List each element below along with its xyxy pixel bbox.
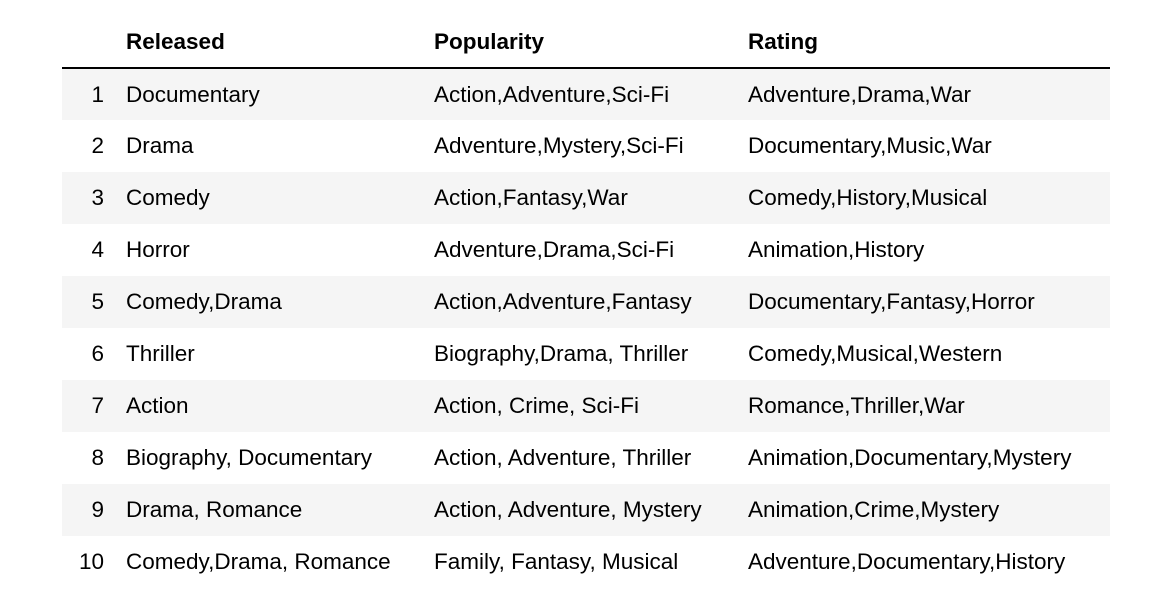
released-cell: Documentary bbox=[126, 81, 260, 107]
rating-cell: Adventure,Documentary,History bbox=[748, 549, 1066, 574]
popularity-cell: Adventure,Drama,Sci-Fi bbox=[434, 237, 675, 262]
index-column-header bbox=[62, 17, 126, 69]
table-header: Released Popularity Rating bbox=[62, 17, 1110, 69]
rating-cell: Animation,Documentary,Mystery bbox=[748, 445, 1072, 470]
row-index: 3 bbox=[91, 185, 104, 210]
released-cell: Comedy,Drama, Romance bbox=[126, 549, 391, 574]
table-row: 7 Action Action, Crime, Sci-Fi Romance,T… bbox=[62, 380, 1110, 432]
table-row: 1 Documentary Action,Adventure,Sci-Fi Ad… bbox=[62, 68, 1110, 120]
table-row: 5 Comedy,Drama Action,Adventure,Fantasy … bbox=[62, 276, 1110, 328]
popularity-cell: Action, Adventure, Thriller bbox=[434, 445, 692, 470]
popularity-cell: Action,Fantasy,War bbox=[434, 185, 628, 210]
row-index: 8 bbox=[91, 445, 104, 470]
data-table: Released Popularity Rating 1 Documentary… bbox=[62, 17, 1110, 588]
rating-cell: Adventure,Drama,War bbox=[748, 81, 971, 107]
row-index: 4 bbox=[91, 237, 104, 262]
row-index: 5 bbox=[91, 289, 104, 314]
rating-cell: Romance,Thriller,War bbox=[748, 393, 965, 418]
table-row: 10 Comedy,Drama, Romance Family, Fantasy… bbox=[62, 536, 1110, 588]
table-row: 2 Drama Adventure,Mystery,Sci-Fi Documen… bbox=[62, 120, 1110, 172]
popularity-cell: Action, Crime, Sci-Fi bbox=[434, 393, 640, 418]
popularity-cell: Biography,Drama, Thriller bbox=[434, 341, 689, 366]
header-row: Released Popularity Rating bbox=[62, 17, 1110, 69]
released-cell: Action bbox=[126, 393, 189, 418]
popularity-cell: Action, Adventure, Mystery bbox=[434, 497, 702, 522]
popularity-cell: Adventure,Mystery,Sci-Fi bbox=[434, 133, 684, 158]
released-cell: Comedy bbox=[126, 185, 210, 210]
row-index: 6 bbox=[91, 341, 104, 366]
released-cell: Comedy,Drama bbox=[126, 289, 282, 314]
released-cell: Drama bbox=[126, 133, 194, 158]
popularity-column-header: Popularity bbox=[434, 17, 748, 69]
rating-cell: Comedy,Musical,Western bbox=[748, 341, 1003, 366]
table-body: 1 Documentary Action,Adventure,Sci-Fi Ad… bbox=[62, 68, 1110, 588]
table-row: 9 Drama, Romance Action, Adventure, Myst… bbox=[62, 484, 1110, 536]
table-row: 3 Comedy Action,Fantasy,War Comedy,Histo… bbox=[62, 172, 1110, 224]
popularity-cell: Action,Adventure,Fantasy bbox=[434, 289, 692, 314]
row-index: 2 bbox=[91, 133, 104, 158]
rating-cell: Documentary,Fantasy,Horror bbox=[748, 289, 1035, 314]
rating-column-header: Rating bbox=[748, 17, 1110, 69]
table-row: 8 Biography, Documentary Action, Adventu… bbox=[62, 432, 1110, 484]
released-cell: Thriller bbox=[126, 341, 195, 366]
popularity-cell: Family, Fantasy, Musical bbox=[434, 549, 679, 574]
rating-cell: Animation,History bbox=[748, 237, 925, 262]
rating-cell: Animation,Crime,Mystery bbox=[748, 497, 1000, 522]
row-index: 7 bbox=[91, 393, 104, 418]
table-row: 6 Thriller Biography,Drama, Thriller Com… bbox=[62, 328, 1110, 380]
released-cell: Biography, Documentary bbox=[126, 445, 372, 470]
released-cell: Drama, Romance bbox=[126, 497, 303, 522]
popularity-cell: Action,Adventure,Sci-Fi bbox=[434, 81, 670, 107]
row-index: 9 bbox=[91, 497, 104, 522]
released-column-header: Released bbox=[126, 17, 434, 69]
rating-cell: Comedy,History,Musical bbox=[748, 185, 988, 210]
row-index: 10 bbox=[78, 549, 104, 574]
rating-cell: Documentary,Music,War bbox=[748, 133, 992, 158]
row-index: 1 bbox=[91, 81, 104, 107]
table-row: 4 Horror Adventure,Drama,Sci-Fi Animatio… bbox=[62, 224, 1110, 276]
released-cell: Horror bbox=[126, 237, 190, 262]
